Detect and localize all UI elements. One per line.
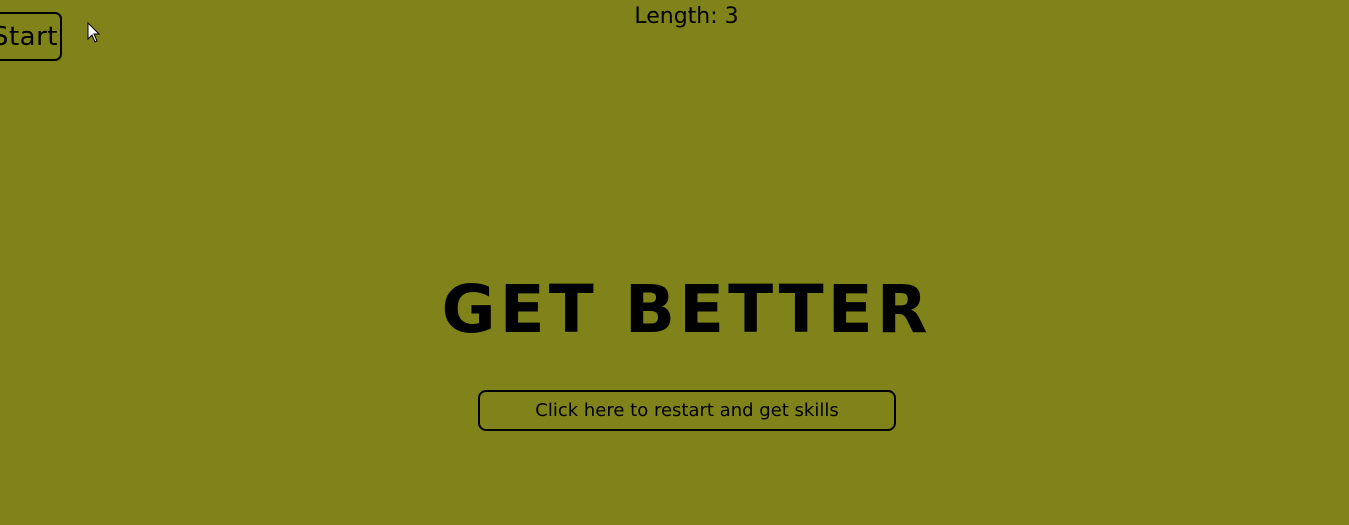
restart-button-label: Click here to restart and get skills	[535, 400, 839, 421]
restart-button[interactable]: Click here to restart and get skills	[478, 390, 896, 431]
length-counter: Length: 3	[634, 4, 739, 29]
mouse-pointer-icon	[87, 22, 101, 43]
game-over-title: GET BETTER	[441, 271, 932, 348]
